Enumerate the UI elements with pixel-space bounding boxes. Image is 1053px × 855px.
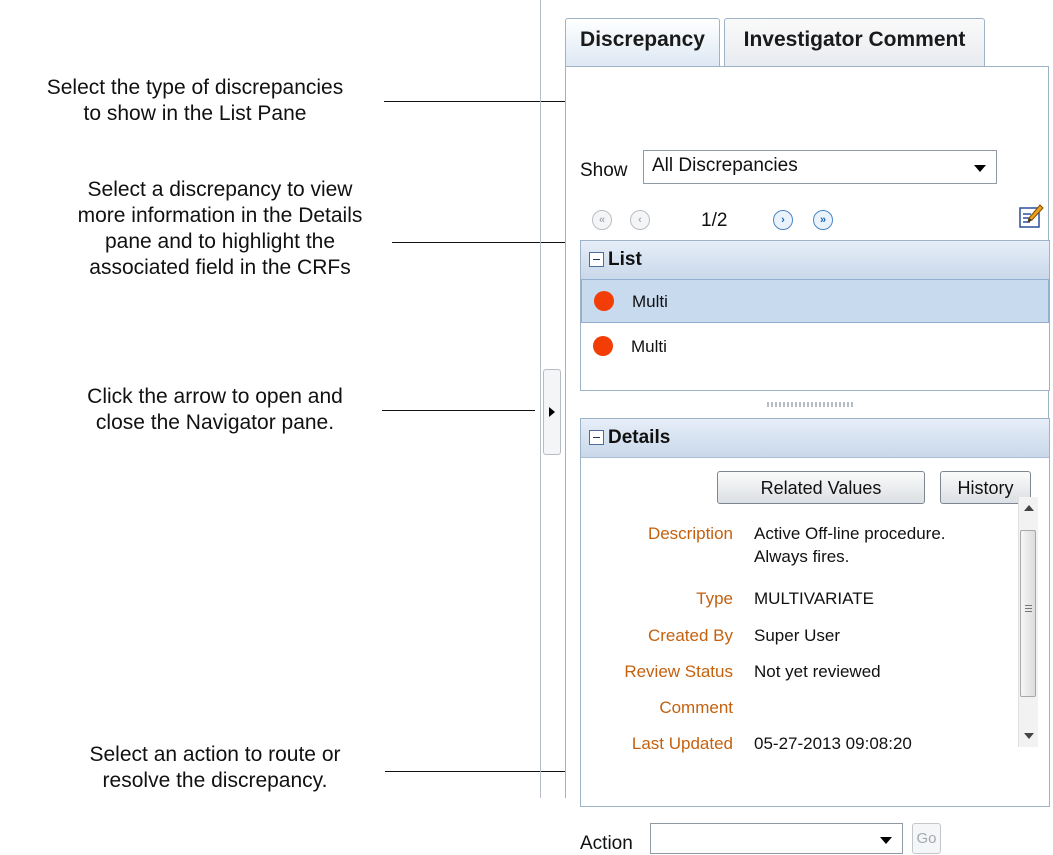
details-title: Details	[608, 427, 671, 448]
pane-splitter-handle[interactable]	[767, 402, 853, 407]
action-label: Action	[580, 833, 633, 854]
action-select[interactable]	[650, 823, 903, 854]
list-header[interactable]: List	[581, 241, 1049, 280]
callout-line: Select the type of discrepancies	[46, 76, 344, 99]
edit-pencil-icon[interactable]	[1018, 203, 1044, 229]
callout-line: Select a discrepancy to view	[87, 178, 353, 201]
status-dot-icon	[594, 291, 614, 311]
created-by-label: Created By	[647, 626, 733, 645]
callout-line: more information in the Details	[77, 204, 363, 227]
callout-line: Click the arrow to open and	[87, 385, 343, 408]
callout-line: associated field in the CRFs	[89, 256, 351, 279]
callout-line: resolve the discrepancy.	[102, 769, 328, 792]
tab-content: Show All Discrepancies « ‹ 1/2 › » List	[565, 66, 1050, 854]
callout-navigator-arrow: Click the arrow to open and close the Na…	[50, 384, 380, 436]
list-section: List Multi Multi	[580, 240, 1050, 391]
list-item-label: Multi	[631, 337, 667, 356]
go-button[interactable]: Go	[912, 823, 941, 854]
scrollbar-thumb[interactable]	[1020, 530, 1036, 697]
grip-icon	[1025, 605, 1032, 614]
show-filter-value: All Discrepancies	[652, 155, 798, 176]
details-scrollbar[interactable]	[1018, 497, 1038, 747]
list-item[interactable]: Multi	[581, 279, 1049, 323]
collapse-minus-icon[interactable]	[589, 252, 604, 267]
callout-line: Select an action to route or	[89, 743, 341, 766]
type-label: Type	[696, 589, 733, 608]
callout-line: to show in the List Pane	[83, 102, 307, 125]
status-dot-icon	[593, 336, 613, 356]
first-page-button[interactable]: «	[592, 210, 612, 230]
collapse-minus-icon[interactable]	[589, 430, 604, 445]
list-item[interactable]: Multi	[581, 325, 1049, 369]
show-label: Show	[580, 160, 628, 181]
tab-bar: Discrepancy Investigator Comment	[563, 18, 1053, 66]
next-page-button[interactable]: ›	[773, 210, 793, 230]
callout-connector	[385, 771, 574, 772]
description-value-cont: Always fires.	[754, 547, 850, 566]
collapse-arrow-icon	[549, 407, 555, 417]
comment-label: Comment	[659, 698, 733, 717]
last-page-button[interactable]: »	[813, 210, 833, 230]
list-title: List	[608, 249, 642, 270]
callout-line: pane and to highlight the	[104, 230, 336, 253]
prev-page-button[interactable]: ‹	[630, 210, 650, 230]
description-label: Description	[647, 524, 733, 543]
last-updated-value: 05-27-2013 09:08:20	[754, 734, 912, 753]
description-value: Active Off-line procedure.	[754, 524, 946, 543]
tab-investigator-comment[interactable]: Investigator Comment	[724, 18, 985, 66]
type-value: MULTIVARIATE	[754, 589, 874, 608]
panel-divider	[540, 0, 541, 798]
review-status-label: Review Status	[624, 662, 733, 681]
callout-connector	[392, 242, 585, 243]
show-filter-select[interactable]: All Discrepancies	[643, 150, 997, 184]
page-indicator: 1/2	[701, 210, 728, 231]
chevron-down-icon	[880, 837, 892, 844]
callout-action: Select an action to route or resolve the…	[45, 742, 385, 794]
details-header[interactable]: Details	[581, 419, 1049, 458]
review-status-value: Not yet reviewed	[754, 662, 881, 681]
last-updated-label: Last Updated	[631, 734, 733, 753]
scroll-up-arrow-icon[interactable]	[1024, 505, 1034, 511]
details-section: Details Related Values History Descripti…	[580, 418, 1050, 807]
callout-connector	[384, 101, 573, 102]
callout-line: close the Navigator pane.	[95, 411, 335, 434]
callout-connector	[382, 410, 535, 411]
chevron-down-icon	[974, 165, 986, 172]
related-values-button[interactable]: Related Values	[717, 471, 925, 504]
callout-select-discrepancy: Select a discrepancy to view more inform…	[40, 177, 400, 281]
tab-discrepancy[interactable]: Discrepancy	[565, 18, 720, 66]
created-by-value: Super User	[754, 626, 840, 645]
callout-show-type: Select the type of discrepancies to show…	[6, 75, 384, 127]
discrepancy-panel: Discrepancy Investigator Comment Show Al…	[563, 0, 1053, 854]
navigator-toggle-button[interactable]	[543, 369, 561, 455]
scroll-down-arrow-icon[interactable]	[1024, 733, 1034, 739]
list-item-label: Multi	[632, 292, 668, 311]
